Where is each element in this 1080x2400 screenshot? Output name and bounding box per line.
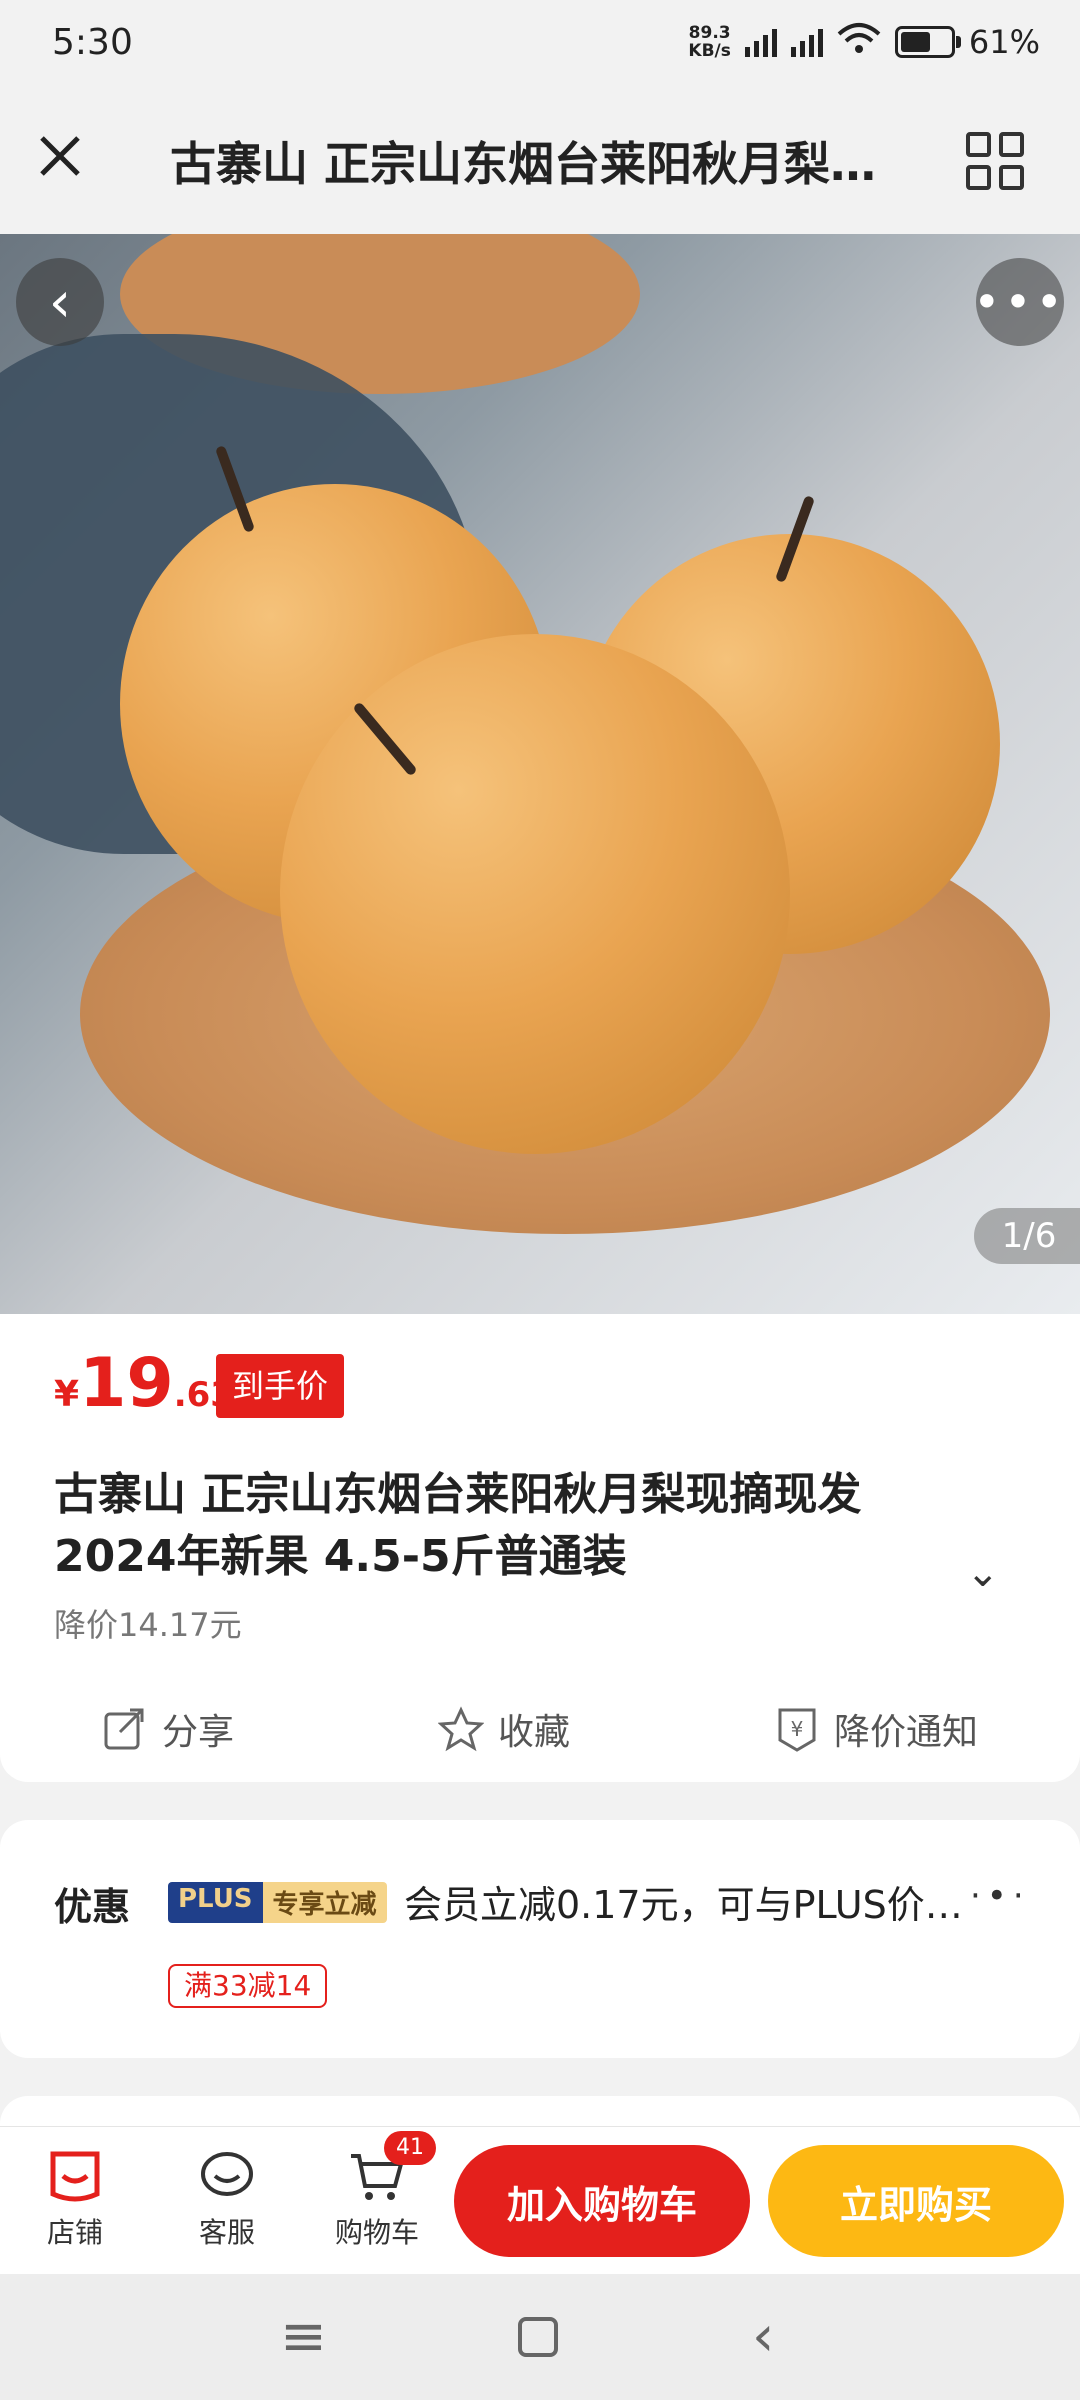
star-icon: [437, 1706, 484, 1752]
product-title: 古寨山 正宗山东烟台莱阳秋月梨现摘现发2024年新果 4.5-5斤普通装: [54, 1469, 862, 1582]
status-icons: 89.3 KB/s 61%: [688, 22, 1040, 62]
back-button[interactable]: ‹: [16, 258, 104, 346]
product-image[interactable]: [0, 234, 1080, 1314]
price: ¥19.63: [54, 1344, 234, 1423]
menu-icon[interactable]: ≡: [280, 2304, 327, 2369]
back-icon[interactable]: ‹: [752, 2304, 774, 2369]
price-alert-button[interactable]: ¥ 降价通知: [774, 1703, 978, 1755]
product-info-card: ¥19.63 到手价 古寨山 正宗山东烟台莱阳秋月梨现摘现发2024年新果 4.…: [0, 1314, 1080, 1782]
close-button[interactable]: [30, 126, 90, 186]
network-speed: 89.3 KB/s: [688, 23, 731, 61]
home-icon[interactable]: [516, 2308, 560, 2373]
cart-count-badge: 41: [384, 2131, 436, 2165]
coupon-chip[interactable]: 满33减14: [168, 1964, 328, 2008]
plus-badge: PLUS 专享立减: [168, 1882, 387, 1923]
share-icon: [104, 1708, 144, 1750]
coupon-card[interactable]: 优惠 PLUS专享立减 会员立减0.17元，可与PLUS价、优惠券叠加使用 ·•…: [0, 1820, 1080, 2058]
store-button[interactable]: 店铺: [20, 2141, 130, 2251]
signal-icon: [744, 27, 777, 57]
page-title: 古寨山 正宗山东烟台莱阳秋月梨现摘现发2024年新果 4.5-5斤普通装: [170, 137, 910, 191]
system-nav-bar: ≡ ‹: [0, 2274, 1080, 2400]
expand-chevron-icon[interactable]: ⌄: [966, 1550, 1000, 1596]
coupon-label: 优惠: [54, 1885, 131, 1929]
product-actions: 分享 收藏 ¥ 降价通知: [0, 1694, 1080, 1764]
coupon-text: 会员立减0.17元，可与PLUS价、优惠券叠加使用: [404, 1883, 964, 1927]
chevron-left-icon: ‹: [48, 269, 72, 335]
customer-service-button[interactable]: 客服: [172, 2141, 282, 2251]
final-price-tag: 到手价: [216, 1354, 345, 1418]
chat-icon: [201, 2152, 253, 2196]
close-icon: [40, 136, 80, 176]
favorite-button[interactable]: 收藏: [437, 1703, 570, 1755]
wifi-icon: [837, 22, 881, 62]
signal-icon-2: [790, 27, 823, 57]
more-button[interactable]: •••: [973, 258, 1067, 346]
title-bar: 古寨山 正宗山东烟台莱阳秋月梨现摘现发2024年新果 4.5-5斤普通装: [0, 94, 1080, 234]
bottom-action-bar: 店铺 客服 购物车 41 加入购物车 立即购买: [0, 2126, 1080, 2275]
more-dots-icon[interactable]: ·•·: [970, 1876, 1030, 1916]
image-counter: 1/6: [974, 1208, 1080, 1264]
share-button[interactable]: 分享: [102, 1703, 234, 1755]
status-bar: 5:30 89.3 KB/s 61%: [0, 0, 1080, 94]
buy-now-button[interactable]: 立即购买: [768, 2145, 1064, 2257]
add-to-cart-button[interactable]: 加入购物车: [454, 2145, 750, 2257]
status-time: 5:30: [52, 22, 133, 63]
store-icon: [50, 2151, 100, 2202]
menu-grid-button[interactable]: [966, 132, 1024, 190]
svg-text:¥: ¥: [791, 1717, 804, 1741]
price-alert-icon: ¥: [778, 1708, 816, 1752]
price-drop-text: 降价14.17元: [54, 1606, 242, 1644]
more-icon: •••: [973, 275, 1067, 329]
battery-icon: [894, 26, 961, 58]
battery-percent: 61%: [968, 23, 1040, 61]
